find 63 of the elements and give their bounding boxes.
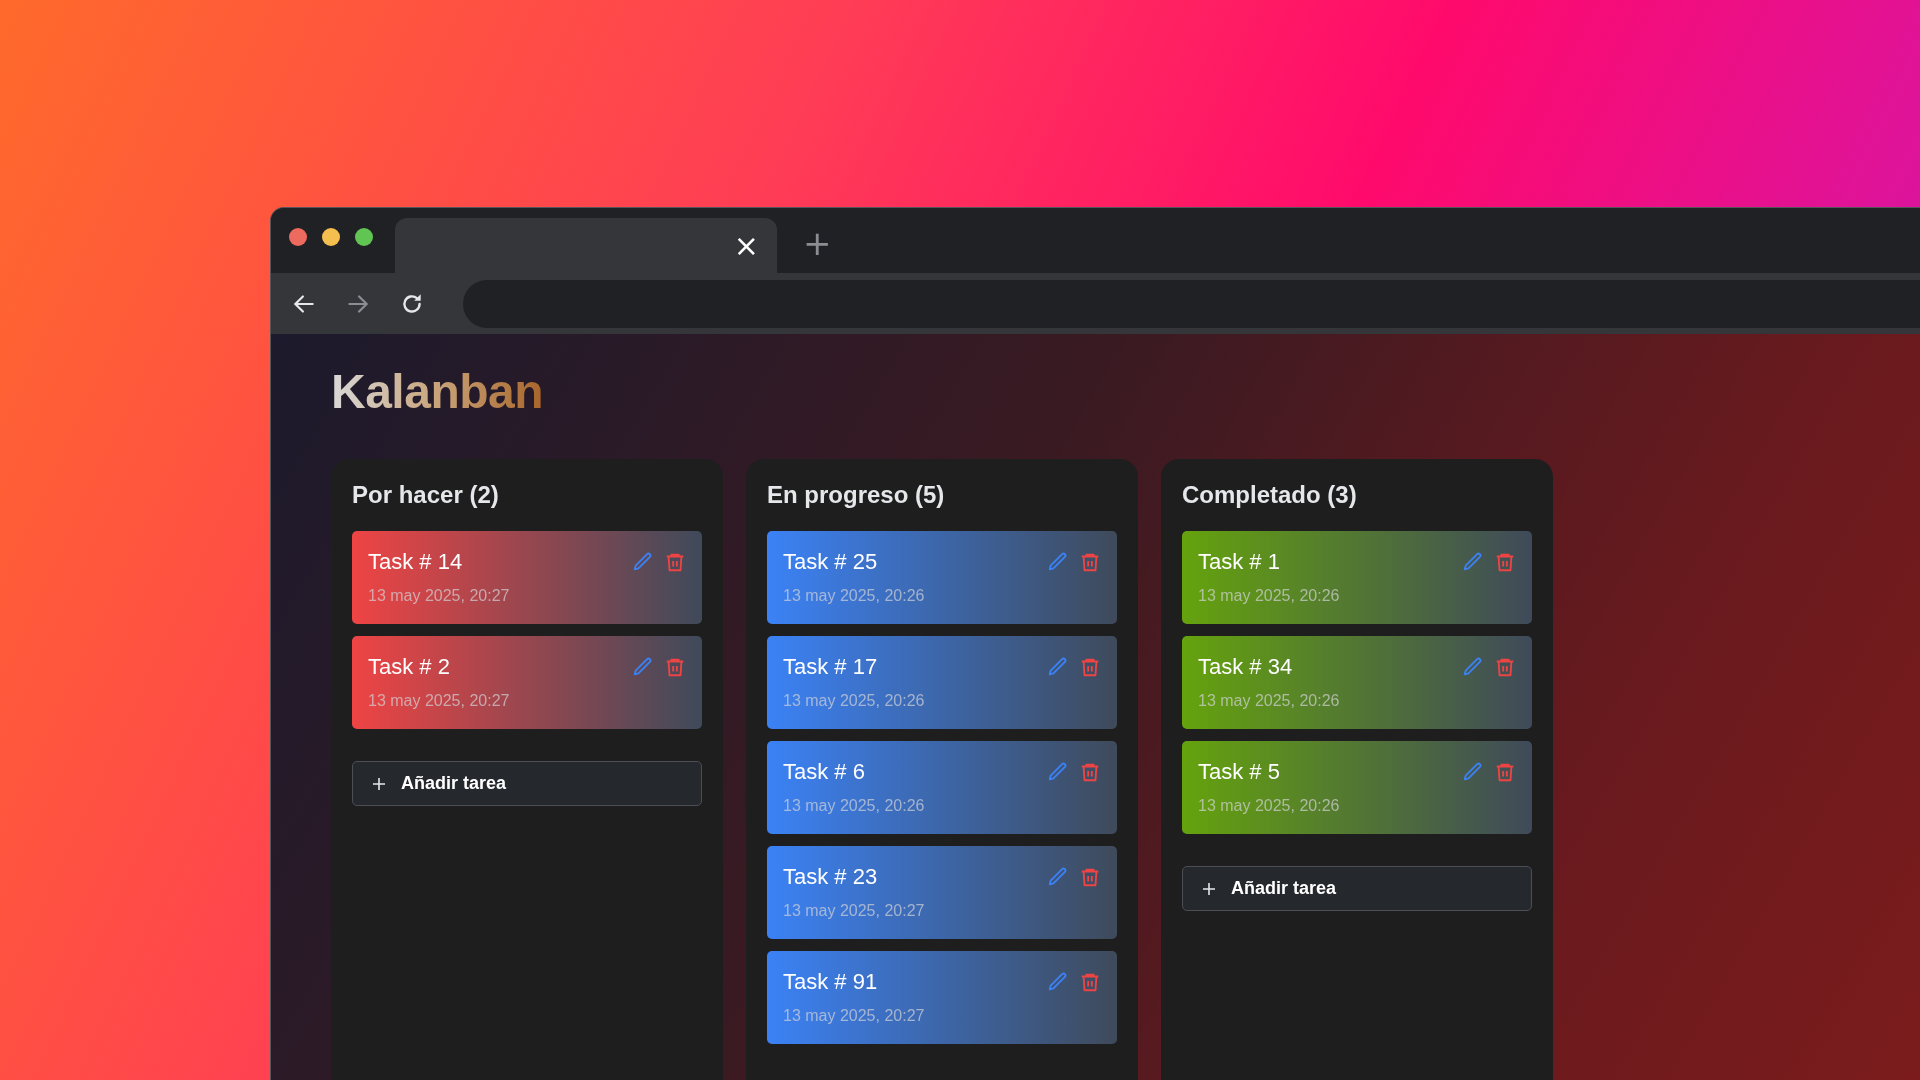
task-title: Task # 5 [1198,759,1281,785]
task-date: 13 may 2025, 20:26 [1198,797,1340,815]
edit-icon[interactable] [1047,971,1069,993]
task-title: Task # 91 [783,969,879,995]
task-card[interactable]: Task # 25 13 may 2025, 20:26 [767,531,1117,624]
task-card[interactable]: Task # 34 13 may 2025, 20:26 [1182,636,1532,729]
trash-icon[interactable] [1079,656,1101,678]
plus-icon [371,775,387,792]
task-date: 13 may 2025, 20:26 [783,797,925,815]
task-card[interactable]: Task # 1 13 may 2025, 20:26 [1182,531,1532,624]
trash-icon[interactable] [1079,866,1101,888]
trash-icon[interactable] [1494,761,1516,783]
task-title: Task # 6 [783,759,866,785]
close-window-button[interactable] [289,227,307,246]
edit-icon[interactable] [1047,866,1069,888]
task-card[interactable]: Task # 91 13 may 2025, 20:27 [767,951,1117,1044]
column-title: En progreso (5) [767,481,946,509]
task-title: Task # 17 [783,654,879,680]
task-card[interactable]: Task # 6 13 may 2025, 20:26 [767,741,1117,834]
task-title: Task # 14 [368,549,464,575]
task-title: Task # 34 [1198,654,1294,680]
task-date: 13 may 2025, 20:27 [368,692,510,710]
trash-icon[interactable] [1079,551,1101,573]
edit-icon[interactable] [1462,656,1484,678]
task-card[interactable]: Task # 2 13 may 2025, 20:27 [352,636,702,729]
new-tab-button[interactable]: + [797,221,838,264]
trash-icon[interactable] [1494,551,1516,573]
trash-icon[interactable] [1079,761,1101,783]
task-date: 13 may 2025, 20:27 [783,1007,925,1025]
task-card[interactable]: Task # 14 13 may 2025, 20:27 [352,531,702,624]
task-date: 13 may 2025, 20:27 [783,902,925,920]
edit-icon[interactable] [1462,551,1484,573]
task-card[interactable]: Task # 23 13 may 2025, 20:27 [767,846,1117,939]
edit-icon[interactable] [1047,761,1069,783]
browser-tab[interactable]: × [395,218,777,273]
edit-icon[interactable] [1047,656,1069,678]
task-date: 13 may 2025, 20:26 [1198,587,1340,605]
add-task-button[interactable]: Añadir tarea [1182,866,1532,911]
column-title: Por hacer (2) [352,481,500,509]
edit-icon[interactable] [1462,761,1484,783]
trash-icon[interactable] [664,551,686,573]
task-date: 13 may 2025, 20:26 [783,587,925,605]
maximize-window-button[interactable] [355,227,373,246]
task-card[interactable]: Task # 5 13 may 2025, 20:26 [1182,741,1532,834]
edit-icon[interactable] [632,656,654,678]
column-title: Completado (3) [1182,481,1358,509]
trash-icon[interactable] [664,656,686,678]
edit-icon[interactable] [1047,551,1069,573]
task-title: Task # 2 [368,654,451,680]
edit-icon[interactable] [632,551,654,573]
task-date: 13 may 2025, 20:27 [368,587,510,605]
plus-icon [1201,880,1217,897]
task-date: 13 may 2025, 20:26 [783,692,925,710]
trash-icon[interactable] [1079,971,1101,993]
task-card[interactable]: Task # 17 13 may 2025, 20:26 [767,636,1117,729]
task-title: Task # 25 [783,549,879,575]
task-title: Task # 23 [783,864,879,890]
task-title: Task # 1 [1198,549,1281,575]
trash-icon[interactable] [1494,656,1516,678]
add-task-button[interactable]: Añadir tarea [352,761,702,806]
tab-close-button[interactable]: × [729,230,763,261]
task-date: 13 may 2025, 20:26 [1198,692,1340,710]
minimize-window-button[interactable] [322,227,340,246]
